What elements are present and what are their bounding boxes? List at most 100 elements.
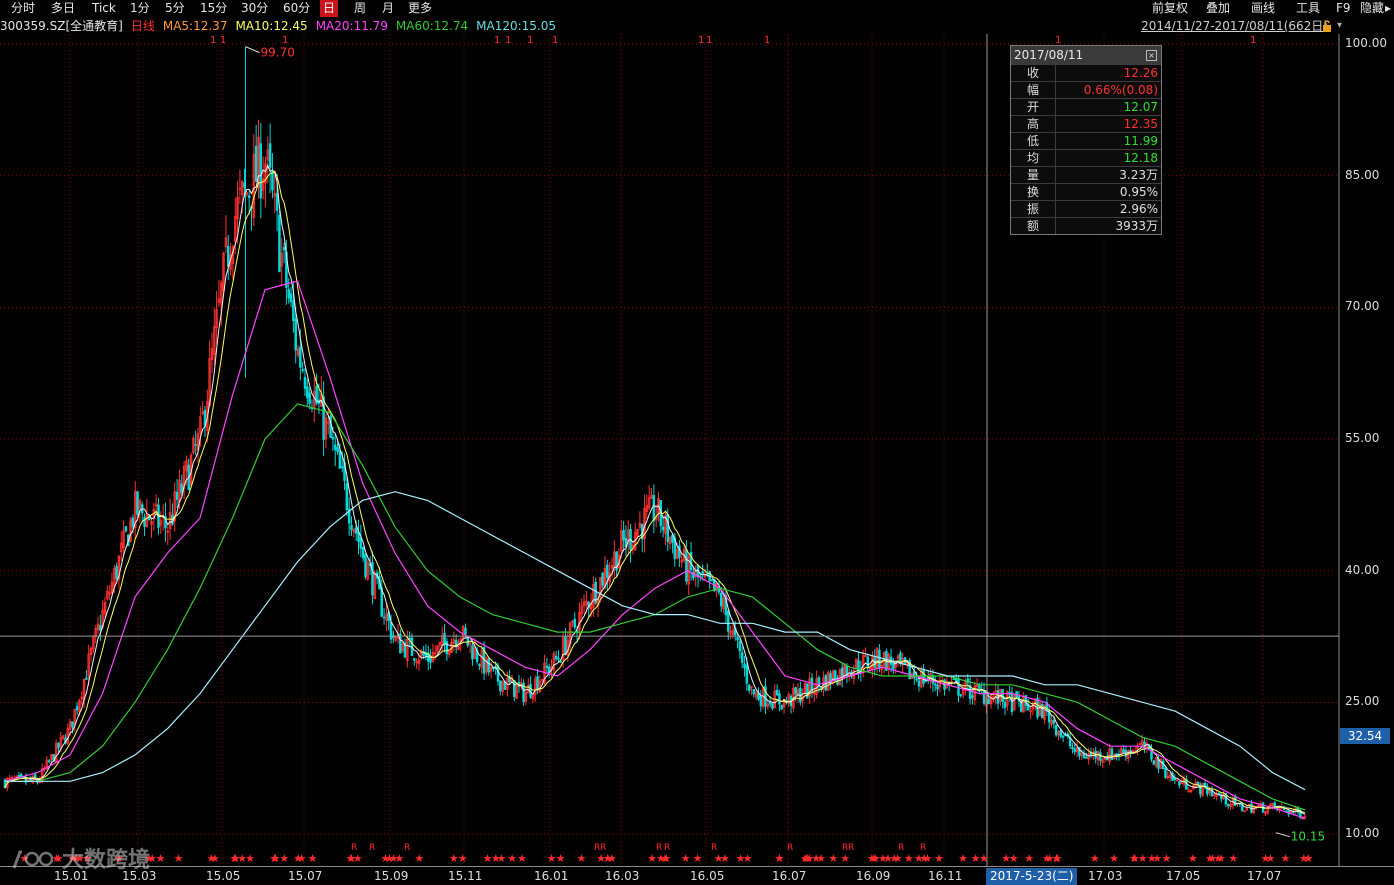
event-r-marker: R	[404, 843, 410, 853]
candle-body	[915, 678, 918, 681]
event-star-icon: ★	[1152, 852, 1162, 865]
period-tab-3[interactable]: 1分	[127, 0, 153, 17]
candle-body	[287, 289, 290, 299]
candle-body	[136, 491, 139, 515]
info-row-label: 振	[1011, 201, 1056, 217]
candle-body	[268, 143, 272, 168]
candle-body	[559, 661, 563, 663]
ma20-label: MA20:11.79	[315, 19, 388, 33]
toolbar-right-item-5[interactable]: 隐藏	[1360, 0, 1384, 17]
high-marker-line	[245, 46, 260, 54]
candle-body	[878, 649, 881, 669]
candle-body	[413, 658, 416, 661]
date-tick-label: 17.07	[1247, 869, 1282, 883]
candle-body	[1085, 756, 1088, 759]
candle-body	[759, 695, 763, 707]
candle-body	[892, 662, 895, 670]
candle-body	[445, 641, 449, 655]
lock-icon[interactable]	[1322, 20, 1332, 32]
candle-body	[1099, 752, 1102, 761]
period-tab-11[interactable]: 更多	[405, 0, 435, 17]
toolbar-right-item-3[interactable]: 工具	[1296, 0, 1320, 17]
candle-body	[987, 698, 990, 705]
candle-body	[115, 566, 118, 579]
candle-body	[1040, 704, 1044, 719]
period-tab-1[interactable]: 多日	[48, 0, 78, 17]
info-row-label: 低	[1011, 133, 1056, 149]
period-tab-5[interactable]: 15分	[197, 0, 230, 17]
stock-name: [全通教育]	[65, 19, 123, 33]
candle-body	[354, 527, 358, 534]
close-icon[interactable]: ×	[1146, 50, 1157, 61]
candle-body	[47, 760, 51, 763]
candle-body	[601, 572, 604, 586]
info-row-label: 高	[1011, 116, 1056, 132]
period-tab-7[interactable]: 60分	[280, 0, 313, 17]
candle-body	[1122, 749, 1125, 753]
date-range-selector[interactable]: 2014/11/27-2017/08/11(662日)	[1141, 18, 1328, 34]
event-star-icon: ★	[958, 852, 968, 865]
candle-body	[331, 436, 335, 440]
toolbar-right-item-0[interactable]: 前复权	[1152, 0, 1188, 17]
period-tab-6[interactable]: 30分	[238, 0, 271, 17]
chevron-down-icon[interactable]: ▾	[1337, 18, 1342, 34]
info-row-label: 幅	[1011, 82, 1056, 98]
ma5-label: MA5:12.37	[162, 19, 228, 33]
ma60-label: MA60:12.74	[395, 19, 469, 33]
candle-body	[738, 641, 742, 652]
candle-body	[143, 517, 146, 527]
candle-body	[778, 693, 781, 705]
candle-body	[1152, 760, 1156, 765]
candle-body	[710, 579, 714, 581]
candle-body	[1178, 781, 1181, 786]
period-tab-10[interactable]: 月	[379, 0, 397, 17]
date-tick-label: 15.05	[206, 869, 241, 883]
candle-body	[247, 195, 251, 198]
candle-body	[1071, 747, 1074, 749]
info-row-value: 0.66%(0.08)	[1083, 83, 1158, 97]
candle-body	[545, 665, 549, 668]
candle-body	[564, 636, 567, 655]
event-star-icon: ★	[156, 852, 166, 865]
event-star-icon: ★	[774, 852, 784, 865]
candle-body	[557, 657, 560, 660]
event-star-icon: ★	[828, 852, 838, 865]
period-tab-9[interactable]: 周	[351, 0, 369, 17]
candle-body	[289, 293, 293, 303]
candle-body	[959, 694, 963, 697]
event-star-icon: ★	[1044, 852, 1054, 865]
toolbar-right-item-2[interactable]: 画线	[1251, 0, 1275, 17]
date-tick-label: 16.07	[772, 869, 807, 883]
chevron-right-icon[interactable]: ▸	[1385, 0, 1391, 17]
event-star-icon: ★	[576, 852, 586, 865]
candle-body	[1233, 797, 1237, 806]
event-star-icon: ★	[693, 852, 703, 865]
info-row-6: 量 3.23万	[1011, 166, 1161, 183]
price-tick-label: 25.00	[1345, 694, 1380, 709]
candle-body	[259, 143, 263, 199]
candle-body	[1227, 803, 1230, 806]
candle-body	[622, 530, 625, 541]
period-toolbar: 分时 多日 Tick 1分 5分 15分 30分 60分日周月更多 前复权 叠加 画线 工具 F9 隐藏 ▸	[0, 0, 1394, 17]
period-tab-8[interactable]: 日	[320, 0, 339, 17]
event-star-icon: ★	[414, 852, 424, 865]
toolbar-right-item-1[interactable]: 叠加	[1206, 0, 1230, 17]
toolbar-right-item-4[interactable]: F9	[1336, 0, 1351, 17]
event-top-marker: 1	[210, 35, 216, 46]
event-r-marker: R	[898, 843, 904, 853]
period-tab-2[interactable]: Tick	[89, 0, 119, 17]
candle-body	[399, 633, 402, 654]
period-tab-0[interactable]: 分时	[8, 0, 38, 17]
info-row-3: 高 12.35	[1011, 115, 1161, 132]
event-star-icon: ★	[802, 852, 812, 865]
date-axis: 2017-5-23(二) 15.01 15.03 15.05 15.07 15.09 15…	[0, 866, 1394, 885]
candle-body	[866, 656, 870, 668]
info-row-label: 均	[1011, 150, 1056, 166]
low-price-label: 10.15	[1291, 830, 1325, 844]
candle-body	[952, 678, 956, 680]
period-tab-4[interactable]: 5分	[162, 0, 188, 17]
event-star-icon: ★	[1228, 852, 1238, 865]
info-row-5: 均 12.18	[1011, 149, 1161, 166]
info-box-date: 2017/08/11	[1014, 48, 1084, 62]
event-star-icon: ★	[1162, 852, 1172, 865]
